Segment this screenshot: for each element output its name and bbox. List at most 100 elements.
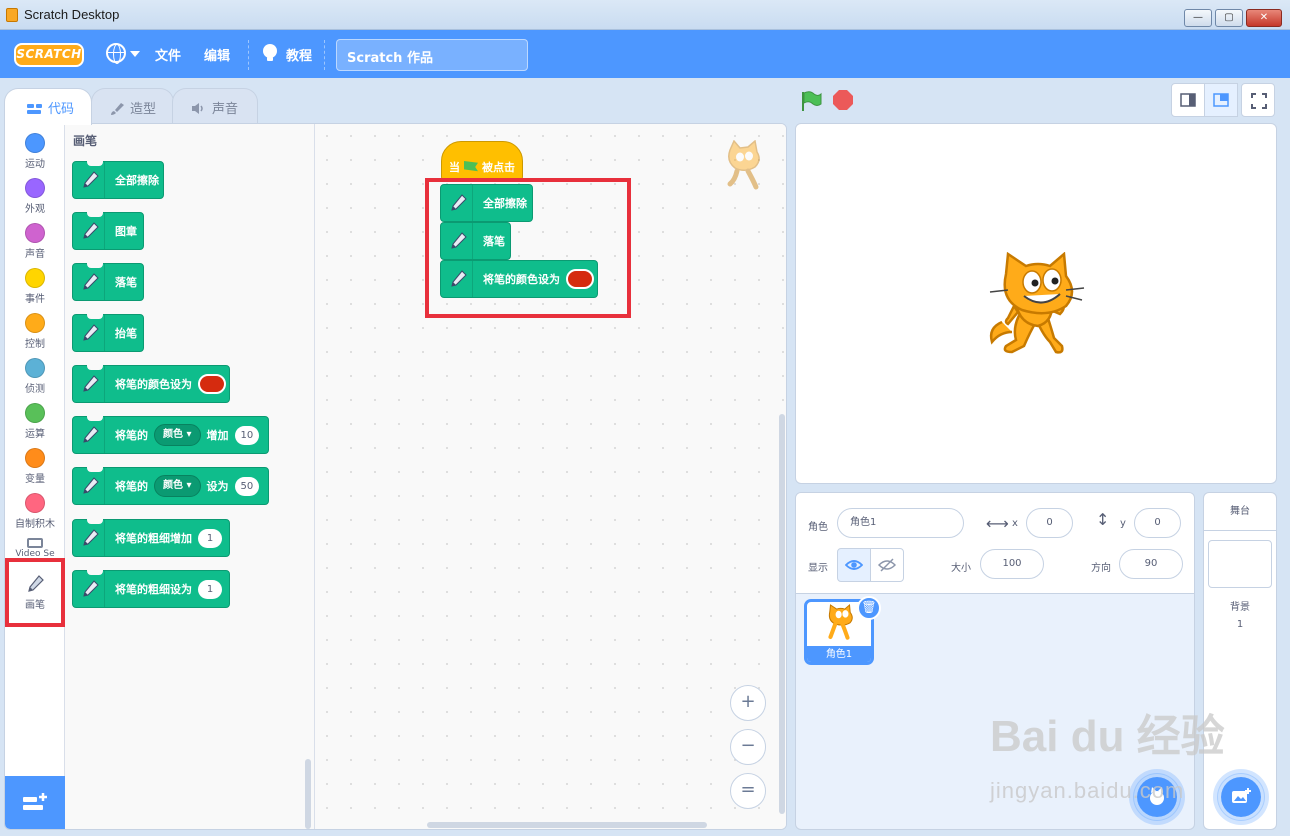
size-label: 大小 [951, 563, 971, 574]
menu-divider [248, 40, 249, 70]
chevron-down-icon[interactable] [130, 51, 140, 57]
category-control[interactable]: 控制 [5, 308, 65, 353]
workspace-hscrollbar[interactable] [427, 822, 707, 828]
stage-selector-pane[interactable]: 舞台 背景 1 [1203, 492, 1277, 830]
backdrops-count: 1 [1236, 619, 1244, 630]
tab-label: 声音 [212, 102, 239, 117]
when-flag-clicked-block[interactable]: 当 被点击 [441, 141, 523, 181]
block-label: 落笔 [115, 276, 137, 289]
eye-icon [844, 560, 864, 570]
number-input[interactable]: 50 [234, 476, 260, 496]
language-globe-icon[interactable] [106, 43, 126, 64]
zoom-out-button[interactable]: − [730, 729, 766, 765]
size-input[interactable]: 100 [980, 549, 1044, 579]
watermark-logo: Bai du 经验 [990, 712, 1225, 761]
menu-tutorials[interactable]: 教程 [286, 45, 312, 64]
sprite-name-label: 角色 [808, 522, 828, 533]
category-sound[interactable]: 声音 [5, 218, 65, 263]
workspace-vscrollbar[interactable] [779, 414, 785, 814]
category-my-blocks[interactable]: 自制积木 [5, 488, 65, 533]
block-pen-up[interactable]: 抬笔 [72, 314, 144, 352]
number-input[interactable]: 1 [198, 579, 222, 599]
pen-icon [73, 264, 105, 300]
block-stamp[interactable]: 图章 [72, 212, 144, 250]
pen-icon [73, 571, 105, 607]
category-sensing[interactable]: 侦测 [5, 353, 65, 398]
normal-stage-button[interactable] [1204, 83, 1238, 117]
y-input[interactable]: 0 [1134, 508, 1181, 538]
zoom-in-button[interactable]: + [730, 685, 766, 721]
sprite-name-input[interactable]: 角色1 [837, 508, 964, 538]
category-looks[interactable]: 外观 [5, 173, 65, 218]
window-title: Scratch Desktop [24, 7, 120, 22]
pen-icon [73, 162, 105, 198]
tab-label: 造型 [130, 102, 157, 117]
tab-costumes[interactable]: 造型 [91, 88, 174, 124]
maximize-button[interactable]: ▢ [1215, 9, 1243, 27]
window-titlebar: Scratch Desktop — ▢ ✕ [0, 0, 1290, 30]
project-title-input[interactable]: Scratch 作品 [336, 39, 528, 71]
block-set-pen-param[interactable]: 将笔的 颜色 设为 50 [72, 467, 269, 505]
stop-button[interactable] [833, 90, 853, 110]
sprite-info-panel: 角色 角色1 ⟷ x 0 ↕ y 0 显示 大小 100 方向 90 [796, 493, 1194, 594]
fullscreen-button[interactable] [1241, 83, 1275, 117]
category-dot [25, 403, 45, 423]
cat-sprite-icon[interactable] [986, 252, 1086, 356]
category-label: 运算 [25, 429, 45, 440]
watermark-url: jingyan.baidu.com [990, 778, 1185, 803]
category-variables[interactable]: 变量 [5, 443, 65, 488]
block-clear[interactable]: 全部擦除 [72, 161, 164, 199]
param-dropdown[interactable]: 颜色 [154, 424, 201, 446]
block-label: 将笔的 [115, 480, 148, 493]
category-motion[interactable]: 运动 [5, 128, 65, 173]
trash-icon[interactable]: 🗑 [857, 596, 881, 620]
category-dot [25, 493, 45, 513]
palette-scrollbar[interactable] [305, 759, 311, 829]
menu-file[interactable]: 文件 [155, 45, 181, 64]
video-icon [27, 538, 43, 548]
number-input[interactable]: 10 [234, 425, 260, 445]
category-label: 运动 [25, 159, 45, 170]
pen-color-swatch[interactable] [198, 374, 226, 394]
tab-code[interactable]: 代码 [4, 88, 92, 125]
menu-bar: SCRATCH 文件 编辑 教程 Scratch 作品 [0, 30, 1290, 78]
paintbrush-icon [109, 102, 125, 115]
block-set-pen-size[interactable]: 将笔的粗细设为 1 [72, 570, 230, 608]
block-label: 图章 [115, 225, 137, 238]
block-label: 抬笔 [115, 327, 137, 340]
minimize-button[interactable]: — [1184, 9, 1212, 27]
add-extension-button[interactable] [5, 776, 65, 829]
show-sprite-button[interactable] [837, 548, 871, 582]
menu-edit[interactable]: 编辑 [204, 45, 230, 64]
direction-input[interactable]: 90 [1119, 549, 1183, 579]
script-workspace[interactable]: 当被点击 全部擦除 落笔 将笔的颜色设为 + − = [315, 124, 786, 829]
scratch-logo[interactable]: SCRATCH [14, 43, 84, 67]
block-set-pen-color[interactable]: 将笔的颜色设为 [72, 365, 230, 403]
eye-slash-icon [877, 558, 897, 572]
small-stage-button[interactable] [1171, 83, 1205, 117]
pen-icon [73, 468, 105, 504]
close-button[interactable]: ✕ [1246, 9, 1282, 27]
stage-canvas[interactable] [795, 123, 1277, 484]
choose-backdrop-button[interactable] [1217, 773, 1265, 821]
zoom-reset-button[interactable]: = [730, 773, 766, 809]
backdrop-thumbnail[interactable] [1208, 540, 1272, 588]
speaker-icon [191, 102, 207, 115]
block-label: 将笔的 [115, 429, 148, 442]
block-change-pen-size[interactable]: 将笔的粗细增加 1 [72, 519, 230, 557]
x-input[interactable]: 0 [1026, 508, 1073, 538]
tab-sounds[interactable]: 声音 [172, 88, 258, 124]
block-palette: 画笔 全部擦除 图章 落笔 抬笔 将笔的颜色设为 将笔的 颜色 ▾ 增加 10 … [65, 124, 315, 829]
param-dropdown[interactable]: 颜色 [154, 475, 201, 497]
block-pen-down[interactable]: 落笔 [72, 263, 144, 301]
category-pen[interactable]: 画笔 [5, 558, 65, 627]
category-operators[interactable]: 运算 [5, 398, 65, 443]
category-events[interactable]: 事件 [5, 263, 65, 308]
number-input[interactable]: 1 [198, 528, 222, 548]
category-label: 画笔 [25, 600, 45, 611]
green-flag-button[interactable] [800, 90, 822, 112]
hide-sprite-button[interactable] [870, 548, 904, 582]
backdrops-label: 背景 [1230, 602, 1250, 613]
lightbulb-icon[interactable] [263, 44, 277, 61]
block-change-pen-param[interactable]: 将笔的 颜色 增加 10 [72, 416, 269, 454]
